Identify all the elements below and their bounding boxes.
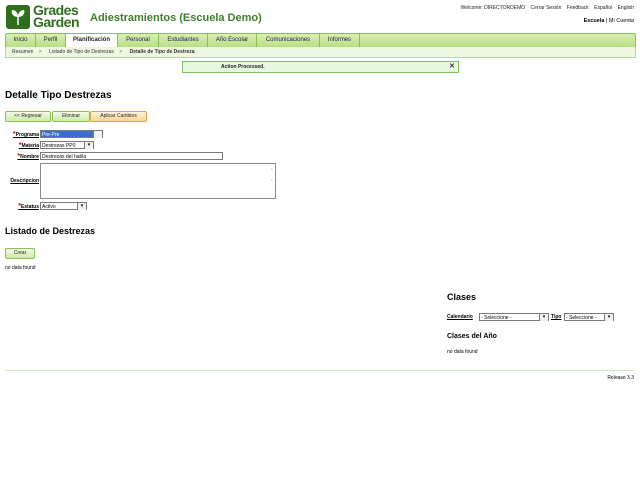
logo-icon xyxy=(6,5,30,29)
tab-personal[interactable]: Personal xyxy=(118,34,159,47)
clases-year-title: Clases del Año xyxy=(447,333,497,340)
welcome-text: Welcome: DIRECTORDEMO xyxy=(460,5,526,11)
release-text: Release 3.3 xyxy=(607,375,634,381)
logo-text: Grades Garden xyxy=(33,2,80,30)
create-button[interactable]: Crear xyxy=(5,248,35,259)
descripcion-textarea[interactable]: ⌃ ⌄ xyxy=(40,163,276,199)
footer-divider xyxy=(5,370,634,371)
nombre-label: *Nombre xyxy=(17,153,39,160)
list-empty-text: no data found xyxy=(5,265,36,271)
chevron-down-icon: ▾ xyxy=(77,203,86,210)
my-account-link[interactable]: Mi Cuenta xyxy=(609,18,634,24)
school-links: Escuela | Mi Cuenta xyxy=(583,18,634,24)
estatus-label: *Estatus xyxy=(18,203,39,210)
estatus-select[interactable]: Activo ▾ xyxy=(40,202,87,210)
spanish-link[interactable]: Español xyxy=(594,5,612,11)
main-nav: Inicio Perfil Planificación Personal Est… xyxy=(5,33,636,48)
chevron-down-icon: ▾ xyxy=(93,131,102,138)
school-link[interactable]: Escuela xyxy=(584,18,605,24)
tab-informes[interactable]: Informes xyxy=(320,34,360,47)
breadcrumb-current: Detalle de Tipo de Destreza xyxy=(129,49,195,55)
page-title: Detalle Tipo Destrezas xyxy=(5,90,112,101)
materia-select[interactable]: Destrezas PP0 ▾ xyxy=(40,141,94,149)
delete-button[interactable]: Eliminar xyxy=(52,111,90,122)
tipo-select[interactable]: - Seleccione - ▾ xyxy=(564,313,614,321)
tab-planificacion[interactable]: Planificación xyxy=(66,34,118,48)
logout-link[interactable]: Cerrar Sesión xyxy=(531,5,562,11)
app-title: Adiestramientos (Escuela Demo) xyxy=(90,12,262,24)
descripcion-label: Descripcion xyxy=(10,178,39,184)
tab-inicio[interactable]: Inicio xyxy=(6,34,36,47)
chevron-down-icon: ▾ xyxy=(84,142,93,149)
tab-comunicaciones[interactable]: Comunicaciones xyxy=(257,34,320,47)
clases-title: Clases xyxy=(447,292,477,302)
apply-changes-button[interactable]: Aplicar Cambios xyxy=(90,111,147,122)
scrollbar-arrows-icon[interactable]: ⌃ ⌄ xyxy=(270,167,274,185)
english-link[interactable]: English xyxy=(618,5,634,11)
calendario-select[interactable]: - Seleccione - ▾ xyxy=(479,313,549,321)
chevron-down-icon: ▾ xyxy=(539,314,548,321)
list-title: Listado de Destrezas xyxy=(5,226,96,236)
close-icon[interactable]: ✕ xyxy=(449,62,455,72)
materia-label: *Materia xyxy=(18,142,39,149)
tab-perfil[interactable]: Perfil xyxy=(36,34,66,47)
feedback-link[interactable]: Feedback xyxy=(567,5,589,11)
chevron-down-icon: ▾ xyxy=(604,314,613,321)
success-message: Action Processed. ✕ xyxy=(182,61,459,73)
tab-estudiantes[interactable]: Estudiantes xyxy=(159,34,208,47)
nombre-input[interactable]: Destrezas del habla xyxy=(40,152,223,160)
tab-ano-escolar[interactable]: Año Escolar xyxy=(208,34,257,47)
breadcrumb-resumen[interactable]: Resumen xyxy=(12,49,33,55)
breadcrumb-listado[interactable]: Listado de Tipo de Destrezas xyxy=(49,49,114,55)
top-links: Welcome: DIRECTORDEMO Cerrar Sesión Feed… xyxy=(461,5,634,11)
message-text: Action Processed. xyxy=(221,64,265,70)
programa-label: *Programa xyxy=(12,131,39,138)
programa-select[interactable]: Pre-Pre ▾ xyxy=(40,130,103,138)
calendario-label: Calendario xyxy=(447,314,473,320)
breadcrumb: Resumen > Listado de Tipo de Destrezas >… xyxy=(5,47,636,58)
back-button[interactable]: << Regresar xyxy=(5,111,51,122)
clases-empty-text: no data found xyxy=(447,349,478,355)
tipo-label: Tipo xyxy=(551,314,562,320)
